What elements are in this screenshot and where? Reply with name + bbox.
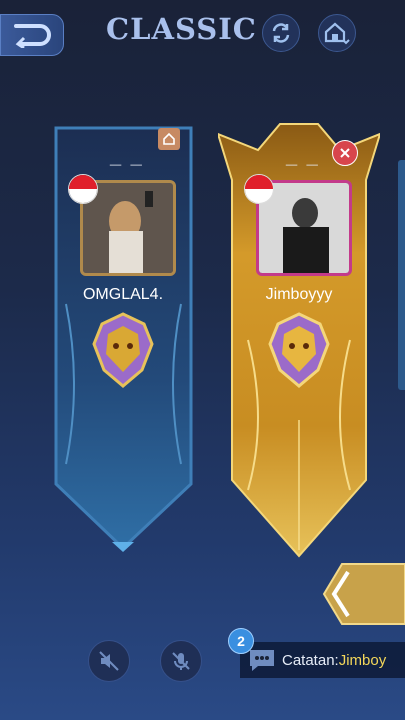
mythic-rank-icon [92, 312, 154, 388]
player-1-name: OMGLAL4. [82, 286, 164, 303]
chat-label: Catatan: [282, 651, 339, 669]
refresh-icon [272, 23, 290, 43]
refresh-button[interactable] [262, 14, 300, 52]
home-menu-button[interactable] [318, 14, 356, 52]
indonesia-flag [244, 174, 274, 204]
player-2-dash: _ _ [286, 146, 320, 168]
chat-icon [250, 650, 274, 671]
chat-value: Jimboy [338, 651, 387, 669]
next-slot-edge [398, 160, 405, 390]
page-title: CLASSIC [106, 12, 257, 46]
speaker-mute-icon [99, 651, 119, 671]
chat-count-badge: 2 [228, 628, 254, 654]
player-2-name: Jimboyyy [265, 286, 333, 303]
mic-mute-button[interactable] [160, 640, 202, 682]
speaker-mute-button[interactable] [88, 640, 130, 682]
close-icon[interactable] [332, 140, 358, 166]
start-button[interactable] [322, 562, 405, 626]
mic-mute-icon [172, 652, 190, 670]
top-bar: CLASSIC [0, 0, 405, 70]
home-icon[interactable] [158, 128, 180, 150]
mythic-rank-icon [268, 312, 330, 388]
chat-bar[interactable]: Catatan: Jimboy [240, 642, 405, 678]
home-dropdown-icon [324, 22, 350, 45]
player-1-dash: _ _ [110, 146, 144, 168]
back-button[interactable] [0, 14, 64, 56]
indonesia-flag [68, 174, 98, 204]
back-arrow-icon [14, 24, 51, 48]
